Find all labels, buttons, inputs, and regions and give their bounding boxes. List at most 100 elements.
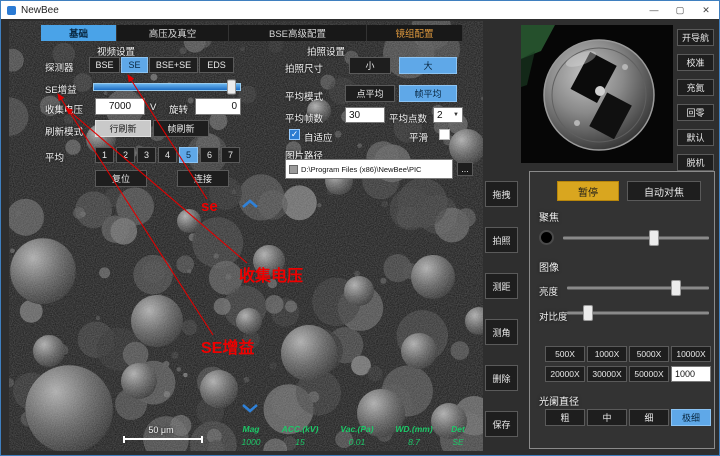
smooth-checkbox[interactable] xyxy=(439,129,450,140)
annotation-se: se xyxy=(201,198,218,215)
brightness-slider-thumb[interactable] xyxy=(671,280,681,296)
chevron-up-icon[interactable] xyxy=(241,199,259,209)
aperture-extrafine-button[interactable]: 极细 xyxy=(671,409,711,426)
frame-average-button[interactable]: 帧平均 xyxy=(399,85,457,102)
average-5-button[interactable]: 5 xyxy=(179,147,198,163)
close-button[interactable]: ✕ xyxy=(693,1,719,19)
image-info-headers: Mag ACC.(kV) Vac.(Pa) WD.(mm) Det xyxy=(231,424,473,434)
detector-bse-se-button[interactable]: BSE+SE xyxy=(149,57,198,73)
mag-5000x-button[interactable]: 5000X xyxy=(629,346,669,362)
mag-50000x-button[interactable]: 50000X xyxy=(629,366,669,382)
aperture-coarse-button[interactable]: 粗 xyxy=(545,409,585,426)
avg-frames-input[interactable]: 30 xyxy=(345,107,385,123)
average-2-button[interactable]: 2 xyxy=(116,147,135,163)
contrast-label: 对比度 xyxy=(539,309,568,323)
default-button[interactable]: 默认 xyxy=(677,129,714,146)
tab-lens-config[interactable]: 镜组配置 xyxy=(367,25,463,41)
size-small-button[interactable]: 小 xyxy=(349,57,391,74)
focus-label: 聚焦 xyxy=(539,209,559,224)
offline-button[interactable]: 脱机 xyxy=(677,154,714,171)
adaptive-checkbox[interactable]: ✓ xyxy=(289,129,300,140)
calibrate-button[interactable]: 校准 xyxy=(677,54,714,71)
aperture-label: 光阑直径 xyxy=(539,393,579,408)
frame-refresh-button[interactable]: 帧刷新 xyxy=(153,120,209,137)
detector-eds-button[interactable]: EDS xyxy=(199,57,234,73)
info-value-det: SE xyxy=(443,437,473,447)
connect-button[interactable]: 连接 xyxy=(177,170,229,187)
se-gain-thumb[interactable] xyxy=(227,79,236,94)
browse-button[interactable]: ... xyxy=(457,162,473,176)
open-navigation-button[interactable]: 开导航 xyxy=(677,29,714,46)
maximize-button[interactable]: ▢ xyxy=(667,1,693,19)
contrast-slider[interactable] xyxy=(567,306,709,320)
average-4-button[interactable]: 4 xyxy=(158,147,177,163)
chevron-down-icon: ▼ xyxy=(453,112,459,118)
chevron-down-icon[interactable] xyxy=(241,403,259,413)
focus-indicator[interactable] xyxy=(539,230,554,245)
tab-bse-advanced[interactable]: BSE高级配置 xyxy=(229,25,367,41)
info-header-acc: ACC.(kV) xyxy=(271,424,329,434)
average-1-button[interactable]: 1 xyxy=(95,147,114,163)
focus-slider[interactable] xyxy=(563,231,709,245)
average-6-button[interactable]: 6 xyxy=(200,147,219,163)
se-gain-track xyxy=(93,83,241,91)
video-settings-title: 视频设置 xyxy=(71,44,161,58)
tool-save-button[interactable]: 保存 xyxy=(485,411,518,437)
se-gain-label: SE增益 xyxy=(45,82,77,96)
app-icon xyxy=(7,6,16,15)
annotation-collect-voltage: 收集电压 xyxy=(239,262,303,286)
mag-10000x-button[interactable]: 10000X xyxy=(671,346,711,362)
annotation-se-gain: SE增益 xyxy=(201,334,254,358)
size-large-button[interactable]: 大 xyxy=(399,57,457,74)
chamber-camera-view xyxy=(521,25,673,163)
adaptive-label: 自适应 xyxy=(304,130,333,144)
avg-points-label: 平均点数 xyxy=(389,111,427,125)
info-header-vac: Vac.(Pa) xyxy=(329,424,385,434)
aperture-medium-button[interactable]: 中 xyxy=(587,409,627,426)
collect-voltage-input[interactable]: 7000 xyxy=(95,98,145,115)
se-gain-slider[interactable] xyxy=(93,80,241,93)
contrast-slider-thumb[interactable] xyxy=(583,305,593,321)
nitrogen-fill-button[interactable]: 充氮 xyxy=(677,79,714,96)
tool-measure-angle-button[interactable]: 测角 xyxy=(485,319,518,345)
photo-size-label: 拍照尺寸 xyxy=(285,61,323,75)
mag-500x-button[interactable]: 500X xyxy=(545,346,585,362)
info-value-acc: 15 xyxy=(271,437,329,447)
minimize-button[interactable]: — xyxy=(641,1,667,19)
average-3-button[interactable]: 3 xyxy=(137,147,156,163)
avg-points-dropdown[interactable]: 2 ▼ xyxy=(433,107,463,123)
avg-points-value: 2 xyxy=(437,110,443,121)
info-value-mag: 1000 xyxy=(231,437,271,447)
smooth-label: 平滑 xyxy=(409,130,428,144)
mag-30000x-button[interactable]: 30000X xyxy=(587,366,627,382)
tool-snapshot-button[interactable]: 拍照 xyxy=(485,227,518,253)
focus-slider-thumb[interactable] xyxy=(649,230,659,246)
tool-delete-button[interactable]: 删除 xyxy=(485,365,518,391)
brightness-slider[interactable] xyxy=(567,281,709,295)
tab-hv-vacuum[interactable]: 高压及真空 xyxy=(117,25,229,41)
window-title: NewBee xyxy=(21,5,59,16)
detector-se-button[interactable]: SE xyxy=(121,57,148,73)
aperture-fine-button[interactable]: 细 xyxy=(629,409,669,426)
info-header-wd: WD.(mm) xyxy=(385,424,443,434)
tab-basic[interactable]: 基础 xyxy=(41,25,117,41)
mag-1000x-button[interactable]: 1000X xyxy=(587,346,627,362)
detector-bse-button[interactable]: BSE xyxy=(89,57,120,73)
line-refresh-button[interactable]: 行刷新 xyxy=(95,120,151,137)
point-average-button[interactable]: 点平均 xyxy=(345,85,395,102)
scale-bar-label: 50 μm xyxy=(136,425,186,435)
pause-button[interactable]: 暂停 xyxy=(557,181,619,201)
reset-button[interactable]: 复位 xyxy=(95,170,147,187)
mag-value-input[interactable]: 1000 xyxy=(671,366,711,382)
image-path-input[interactable]: D:\Program Files (x86)\NewBee\PIC xyxy=(285,159,453,179)
home-button[interactable]: 回零 xyxy=(677,104,714,121)
average-7-button[interactable]: 7 xyxy=(221,147,240,163)
tool-drag-button[interactable]: 拖拽 xyxy=(485,181,518,207)
autofocus-button[interactable]: 自动对焦 xyxy=(627,181,701,201)
detector-label: 探测器 xyxy=(45,60,74,74)
tool-measure-distance-button[interactable]: 测距 xyxy=(485,273,518,299)
info-header-mag: Mag xyxy=(231,424,271,434)
photo-settings-title: 拍照设置 xyxy=(281,44,371,58)
mag-20000x-button[interactable]: 20000X xyxy=(545,366,585,382)
rotation-input[interactable]: 0 xyxy=(195,98,241,115)
